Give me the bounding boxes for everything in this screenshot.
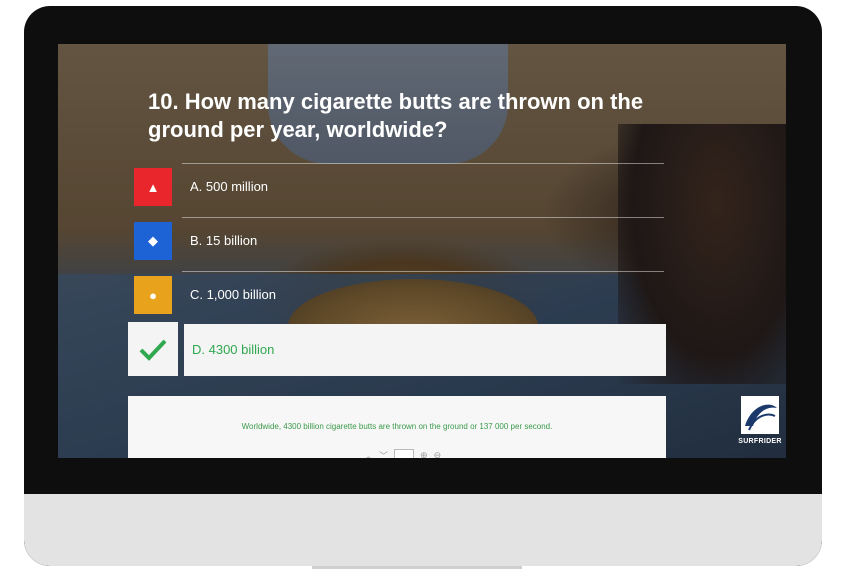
logo-mark xyxy=(741,396,779,434)
answer-b[interactable]: ◆ B. 15 billion xyxy=(134,217,664,260)
circle-icon: ● xyxy=(134,276,172,314)
page-input[interactable] xyxy=(394,449,415,458)
logo-text: SURFRIDER xyxy=(738,438,782,445)
chevron-down-icon[interactable]: ﹀ xyxy=(379,449,388,459)
answer-c-label: C. 1,000 billion xyxy=(190,287,276,302)
monitor-frame: 10. How many cigarette butts are thrown … xyxy=(24,6,822,566)
viewer-toolbar: ︿ ﹀ ⊕ ⊖ xyxy=(364,449,441,458)
answer-d-label: D. 4300 billion xyxy=(192,342,275,357)
question-title: 10. How many cigarette butts are thrown … xyxy=(148,89,644,142)
answer-divider xyxy=(182,163,664,164)
monitor-chin xyxy=(24,494,822,566)
chevron-up-icon[interactable]: ︿ xyxy=(364,449,373,459)
surfrider-logo: SURFRIDER xyxy=(738,396,782,456)
triangle-icon: ▲ xyxy=(134,168,172,206)
answer-b-label: B. 15 billion xyxy=(190,233,258,248)
quiz-screen: 10. How many cigarette butts are thrown … xyxy=(58,44,786,458)
monitor-stand xyxy=(312,566,522,569)
answer-divider xyxy=(182,217,664,218)
check-icon xyxy=(128,322,178,376)
zoom-out-icon[interactable]: ⊖ xyxy=(434,450,442,459)
answer-d[interactable]: D. 4300 billion xyxy=(128,322,666,376)
diamond-icon: ◆ xyxy=(134,222,172,260)
answer-a[interactable]: ▲ A. 500 million xyxy=(134,163,664,206)
answer-c[interactable]: ● C. 1,000 billion xyxy=(134,271,664,314)
answer-a-label: A. 500 million xyxy=(190,179,269,194)
answer-divider xyxy=(182,271,664,272)
explanation-text: Worldwide, 4300 billion cigarette butts … xyxy=(241,422,553,431)
zoom-in-icon[interactable]: ⊕ xyxy=(420,450,428,459)
